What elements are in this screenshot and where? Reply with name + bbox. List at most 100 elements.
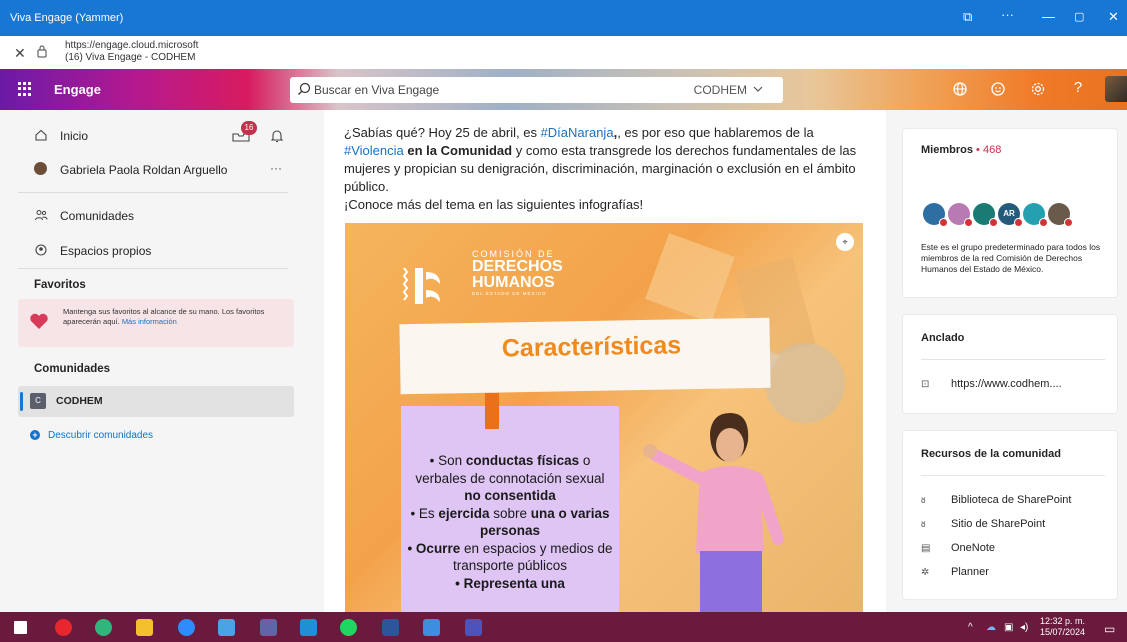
status-dot	[964, 218, 973, 227]
discover-communities-link[interactable]: + Descubrir comunidades	[30, 430, 153, 441]
help-icon[interactable]: ?	[1069, 79, 1087, 97]
main-feed: ¿Sabías qué? Hoy 25 de abril, es #DíaNar…	[306, 110, 887, 612]
onedrive-icon[interactable]: ☁	[986, 622, 996, 633]
tape	[485, 393, 499, 429]
members-count: 468	[982, 144, 1002, 156]
status-dot	[1064, 218, 1073, 227]
member-avatar[interactable]	[923, 203, 948, 227]
start-icon[interactable]	[14, 621, 27, 634]
sharepoint-icon: ᴕ	[921, 495, 926, 506]
edge-icon[interactable]	[95, 619, 112, 636]
maximize-button[interactable]: ▢	[1074, 10, 1084, 23]
member-avatar[interactable]	[1023, 203, 1048, 227]
bullet-list: • Son conductas físicas o verbales de co…	[407, 453, 613, 591]
nav-profile[interactable]: Gabriela Paola Roldan Arguello ···	[0, 158, 306, 182]
resource-sharepoint-site[interactable]: ᴕ Sitio de SharePoint	[921, 518, 1045, 530]
hashtag-link[interactable]: #Violencia	[344, 143, 404, 158]
app-launcher-icon[interactable]	[18, 82, 32, 96]
planner-icon: ✲	[921, 567, 930, 578]
search-placeholder: Buscar en Viva Engage	[314, 83, 440, 97]
title-ribbon: Características	[399, 317, 771, 395]
nav-storylines-label: Espacios propios	[60, 244, 152, 258]
smiley-icon[interactable]	[989, 80, 1007, 98]
resource-sharepoint-library[interactable]: ᴕ Biblioteca de SharePoint	[921, 494, 1071, 506]
volume-icon[interactable]: ◂)	[1020, 622, 1028, 633]
close-icon[interactable]: ✕	[14, 45, 26, 62]
spotify-icon[interactable]	[340, 619, 357, 636]
discover-label: Descubrir comunidades	[48, 430, 154, 441]
chevron-up-icon[interactable]: ^	[968, 622, 973, 633]
status-dot	[1039, 218, 1048, 227]
community-item-codhem[interactable]: C CODHEM	[18, 386, 294, 417]
pinned-card: Anclado ⊡ https://www.codhem....	[902, 314, 1118, 414]
resource-onenote[interactable]: ▤ OneNote	[921, 542, 995, 554]
teams-icon[interactable]	[260, 619, 277, 636]
search-box[interactable]: Buscar en Viva Engage CODHEM	[290, 77, 783, 103]
close-window-button[interactable]: ✕	[1108, 9, 1119, 25]
chevron-down-icon[interactable]	[753, 82, 763, 96]
post-text: ¡Conoce más del tema en las siguientes i…	[344, 197, 644, 212]
org-name: COMISIÓN DE DERECHOS HUMANOS DEL ESTADO …	[472, 249, 563, 296]
post-text: ¿Sabías qué? Hoy 25 de abril, es	[344, 125, 541, 140]
member-avatar[interactable]	[948, 203, 973, 227]
divider	[921, 475, 1105, 476]
profile-avatar	[34, 162, 47, 175]
nav-home[interactable]: Inicio 16	[0, 121, 306, 148]
notification-icon[interactable]: ▭	[1104, 622, 1115, 636]
globe-icon[interactable]	[951, 80, 969, 98]
link-icon: ⊡	[921, 379, 930, 390]
infographic-image[interactable]: ⌖ COMISIÓN DE DERECHOS HUMANOS DEL ESTAD…	[345, 223, 863, 612]
settings-icon[interactable]	[1029, 80, 1047, 98]
org-line: HUMANOS	[472, 274, 555, 291]
hashtag-link[interactable]: #DíaNaranja	[541, 125, 614, 140]
word-icon[interactable]	[382, 619, 399, 636]
more-options-icon[interactable]: ···	[1001, 7, 1014, 22]
status-dot	[989, 218, 998, 227]
explorer-icon[interactable]	[136, 619, 153, 636]
minimize-button[interactable]: —	[1042, 9, 1055, 24]
selected-indicator	[20, 392, 23, 411]
zoom-icon[interactable]	[178, 619, 195, 636]
search-scope[interactable]: CODHEM	[694, 83, 747, 97]
teams-work-icon[interactable]	[465, 619, 482, 636]
resources-heading: Recursos de la comunidad	[921, 448, 1061, 460]
post-card: ¿Sabías qué? Hoy 25 de abril, es #DíaNar…	[324, 110, 887, 612]
nav-communities[interactable]: Comunidades	[0, 204, 306, 228]
window-title: Viva Engage (Yammer)	[10, 12, 124, 24]
community-description: Este es el grupo predeterminado para tod…	[921, 242, 1101, 274]
system-clock[interactable]: 12:32 p. m. 15/07/2024	[1040, 616, 1085, 638]
resources-card: Recursos de la comunidad ᴕ Biblioteca de …	[902, 430, 1118, 600]
user-avatar[interactable]	[1105, 76, 1127, 102]
member-avatar[interactable]	[1048, 203, 1073, 227]
people-icon	[35, 210, 48, 221]
nav-storylines[interactable]: Espacios propios	[0, 239, 306, 263]
opera-icon[interactable]	[55, 619, 72, 636]
org-line: DEL ESTADO DE MÉXICO	[472, 291, 547, 296]
resource-planner[interactable]: ✲ Planner	[921, 566, 989, 578]
url-text[interactable]: https://engage.cloud.microsoft	[65, 40, 198, 51]
plus-icon: +	[30, 430, 40, 440]
favorites-heading: Favoritos	[34, 279, 86, 291]
store-icon[interactable]	[300, 619, 317, 636]
post-text-bold: en la Comunidad	[403, 143, 513, 158]
favorites-more-info-link[interactable]: Más información	[122, 317, 177, 326]
wifi-icon[interactable]: ▣	[1004, 622, 1013, 633]
member-avatar[interactable]	[973, 203, 998, 227]
more-icon[interactable]: ···	[270, 161, 282, 175]
members-heading[interactable]: Miembros • 468	[921, 144, 1001, 156]
status-dot	[939, 218, 948, 227]
photos-icon[interactable]	[218, 619, 235, 636]
org-line: DERECHOS	[472, 258, 563, 275]
home-icon	[35, 129, 47, 141]
status-dot	[1014, 218, 1023, 227]
app-view-icon[interactable]: ⧉	[963, 9, 972, 25]
member-avatar[interactable]: AR	[998, 203, 1023, 227]
lock-icon	[37, 45, 47, 58]
bell-icon[interactable]	[270, 128, 284, 144]
app-name[interactable]: Engage	[54, 82, 101, 97]
community-name: CODHEM	[56, 395, 103, 407]
gallery-icon[interactable]	[423, 619, 440, 636]
windows-taskbar: ^ ☁ ▣ ◂) 12:32 p. m. 15/07/2024 ▭	[0, 612, 1127, 642]
image-scan-button[interactable]: ⌖	[836, 233, 854, 251]
pinned-link[interactable]: ⊡ https://www.codhem....	[921, 378, 1062, 390]
